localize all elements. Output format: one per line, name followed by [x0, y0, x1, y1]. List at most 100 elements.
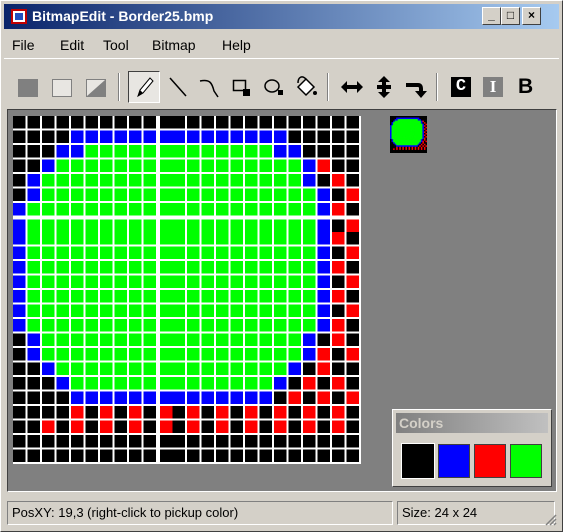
pixel-cell[interactable]: [114, 219, 128, 233]
pixel-cell[interactable]: [85, 203, 99, 216]
pixel-cell[interactable]: [160, 130, 173, 144]
swatch-blue[interactable]: [438, 444, 470, 478]
pixel-cell[interactable]: [71, 188, 84, 202]
pixel-cell[interactable]: [317, 174, 331, 187]
pixel-cell[interactable]: [143, 319, 157, 332]
pixel-cell[interactable]: [332, 304, 345, 318]
pixel-cell[interactable]: [71, 406, 84, 419]
pixel-cell[interactable]: [332, 174, 345, 187]
pixel-cell[interactable]: [303, 261, 316, 274]
pixel-cell[interactable]: [129, 420, 142, 434]
pixel-cell[interactable]: [56, 261, 70, 274]
pixel-cell[interactable]: [187, 348, 200, 361]
pixel-cell[interactable]: [56, 188, 70, 202]
pixel-cell[interactable]: [245, 246, 258, 260]
pixel-cell[interactable]: [288, 362, 302, 376]
pixel-cell[interactable]: [56, 145, 70, 158]
empty-rect-icon[interactable]: [46, 71, 78, 103]
pixel-cell[interactable]: [114, 188, 128, 202]
pixel-cell[interactable]: [216, 406, 229, 419]
pixel-cell[interactable]: [129, 130, 142, 144]
pixel-cell[interactable]: [42, 319, 55, 332]
pixel-cell[interactable]: [303, 159, 316, 173]
pixel-cell[interactable]: [27, 319, 41, 332]
pixel-cell[interactable]: [259, 304, 273, 318]
pixel-cell[interactable]: [187, 391, 200, 405]
pixel-cell[interactable]: [230, 232, 244, 245]
pixel-cell[interactable]: [303, 377, 316, 390]
pixel-cell[interactable]: [303, 333, 316, 347]
pixel-cell[interactable]: [100, 145, 113, 158]
pixel-cell[interactable]: [201, 130, 215, 144]
pixel-cell[interactable]: [71, 391, 84, 405]
pixel-cell[interactable]: [317, 290, 331, 303]
pixel-cell[interactable]: [13, 449, 26, 463]
pixel-cell[interactable]: [230, 391, 244, 405]
pixel-cell[interactable]: [42, 362, 55, 376]
pixel-cell[interactable]: [56, 435, 70, 448]
pixel-cell[interactable]: [143, 275, 157, 289]
pixel-cell[interactable]: [13, 130, 26, 144]
pixel-cell[interactable]: [13, 174, 26, 187]
pixel-cell[interactable]: [332, 145, 345, 158]
pixel-cell[interactable]: [245, 116, 258, 129]
pixel-cell[interactable]: [129, 304, 142, 318]
pixel-cell[interactable]: [216, 435, 229, 448]
pixel-cell[interactable]: [85, 406, 99, 419]
pixel-cell[interactable]: [114, 145, 128, 158]
pixel-cell[interactable]: [114, 420, 128, 434]
pixel-cell[interactable]: [56, 232, 70, 245]
pixel-cell[interactable]: [143, 406, 157, 419]
pixel-cell[interactable]: [245, 188, 258, 202]
pixel-cell[interactable]: [317, 348, 331, 361]
pixel-cell[interactable]: [13, 145, 26, 158]
pixel-cell[interactable]: [42, 333, 55, 347]
pixel-cell[interactable]: [332, 261, 345, 274]
pixel-cell[interactable]: [216, 275, 229, 289]
pixel-cell[interactable]: [201, 203, 215, 216]
pixel-cell[interactable]: [143, 449, 157, 463]
pixel-cell[interactable]: [85, 319, 99, 332]
pixel-cell[interactable]: [303, 362, 316, 376]
pixel-cell[interactable]: [187, 377, 200, 390]
pixel-cell[interactable]: [245, 333, 258, 347]
pixel-cell[interactable]: [56, 348, 70, 361]
pixel-cell[interactable]: [303, 319, 316, 332]
pixel-cell[interactable]: [13, 304, 26, 318]
pixel-cell[interactable]: [303, 420, 316, 434]
pixel-cell[interactable]: [129, 261, 142, 274]
pixel-cell[interactable]: [245, 203, 258, 216]
pixel-cell[interactable]: [317, 449, 331, 463]
pixel-cell[interactable]: [42, 219, 55, 233]
pixel-cell[interactable]: [114, 232, 128, 245]
pixel-cell[interactable]: [114, 290, 128, 303]
pixel-cell[interactable]: [114, 159, 128, 173]
pixel-cell[interactable]: [288, 130, 302, 144]
pixel-cell[interactable]: [346, 261, 360, 274]
pixel-cell[interactable]: [201, 188, 215, 202]
pixel-cell[interactable]: [56, 449, 70, 463]
menu-tool[interactable]: Tool: [103, 37, 129, 53]
pixel-cell[interactable]: [71, 319, 84, 332]
pixel-cell[interactable]: [71, 449, 84, 463]
pixel-cell[interactable]: [332, 188, 345, 202]
pixel-cell[interactable]: [160, 406, 173, 419]
pixel-cell[interactable]: [230, 449, 244, 463]
pixel-cell[interactable]: [288, 391, 302, 405]
pixel-cell[interactable]: [100, 377, 113, 390]
pixel-cell[interactable]: [332, 362, 345, 376]
rect-tool-icon[interactable]: [226, 71, 258, 103]
pixel-cell[interactable]: [42, 246, 55, 260]
pixel-cell[interactable]: [129, 159, 142, 173]
pixel-cell[interactable]: [143, 348, 157, 361]
pixel-cell[interactable]: [346, 420, 360, 434]
pixel-cell[interactable]: [187, 174, 200, 187]
pixel-cell[interactable]: [303, 145, 316, 158]
pixel-cell[interactable]: [143, 333, 157, 347]
pixel-cell[interactable]: [288, 406, 302, 419]
pixel-cell[interactable]: [129, 290, 142, 303]
pixel-cell[interactable]: [288, 174, 302, 187]
pixel-cell[interactable]: [100, 319, 113, 332]
pixel-cell[interactable]: [56, 130, 70, 144]
pixel-cell[interactable]: [114, 203, 128, 216]
